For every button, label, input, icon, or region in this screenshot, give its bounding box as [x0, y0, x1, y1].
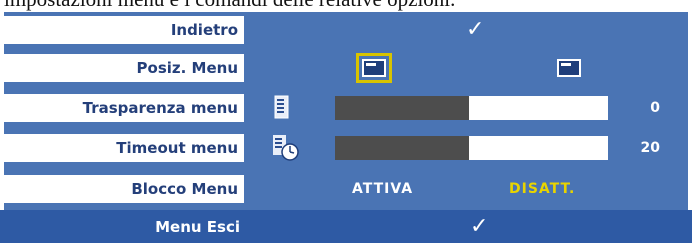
exit-menu-label: Menu Esci — [0, 210, 240, 243]
transparency-label-text: Trasparenza menu — [82, 99, 238, 117]
row-menu-timeout: Timeout menu 20 — [4, 128, 688, 168]
row-menu-position: Posiz. Menu — [4, 48, 688, 88]
row-menu-transparency: Trasparenza menu 0 — [4, 88, 688, 128]
menu-position-right-icon[interactable] — [557, 59, 581, 77]
menu-lock-label-text: Blocco Menu — [131, 180, 238, 198]
row-menu-lock: Blocco Menu ATTIVA DISATT. — [4, 168, 688, 210]
transparency-value: 0 — [650, 100, 660, 116]
menu-position-label: Posiz. Menu — [4, 54, 244, 82]
menu-position-left-bar — [366, 63, 376, 66]
transparency-label: Trasparenza menu — [4, 94, 244, 122]
menu-lock-label: Blocco Menu — [4, 175, 244, 203]
timeout-slider-fill — [335, 136, 469, 160]
menu-position-left-icon[interactable] — [356, 53, 392, 83]
osd-settings-panel: Indietro ✓ Posiz. Menu Trasparenza menu — [0, 12, 692, 243]
row-back[interactable]: Indietro ✓ — [4, 12, 688, 48]
timeout-label-text: Timeout menu — [116, 139, 238, 157]
exit-menu-bar[interactable]: Menu Esci ✓ — [0, 210, 692, 243]
menu-position-label-text: Posiz. Menu — [136, 59, 238, 77]
timeout-label: Timeout menu — [4, 134, 244, 162]
transparency-icon — [274, 95, 289, 119]
timeout-clock-icon — [273, 135, 299, 161]
back-label-text: Indietro — [170, 21, 238, 39]
transparency-slider[interactable] — [335, 96, 608, 120]
checkmark-icon[interactable]: ✓ — [470, 216, 488, 238]
document-caption-fragment: impostazioni menu e i comandi delle rela… — [4, 0, 455, 12]
menu-lock-option-off[interactable]: DISATT. — [509, 181, 575, 197]
timeout-value: 20 — [640, 140, 660, 156]
timeout-slider[interactable] — [335, 136, 608, 160]
menu-lock-option-on[interactable]: ATTIVA — [352, 181, 413, 197]
back-label: Indietro — [4, 16, 244, 44]
exit-menu-label-text: Menu Esci — [155, 217, 240, 236]
menu-position-right-bar — [561, 63, 571, 66]
transparency-slider-fill — [335, 96, 469, 120]
checkmark-icon[interactable]: ✓ — [466, 19, 484, 41]
